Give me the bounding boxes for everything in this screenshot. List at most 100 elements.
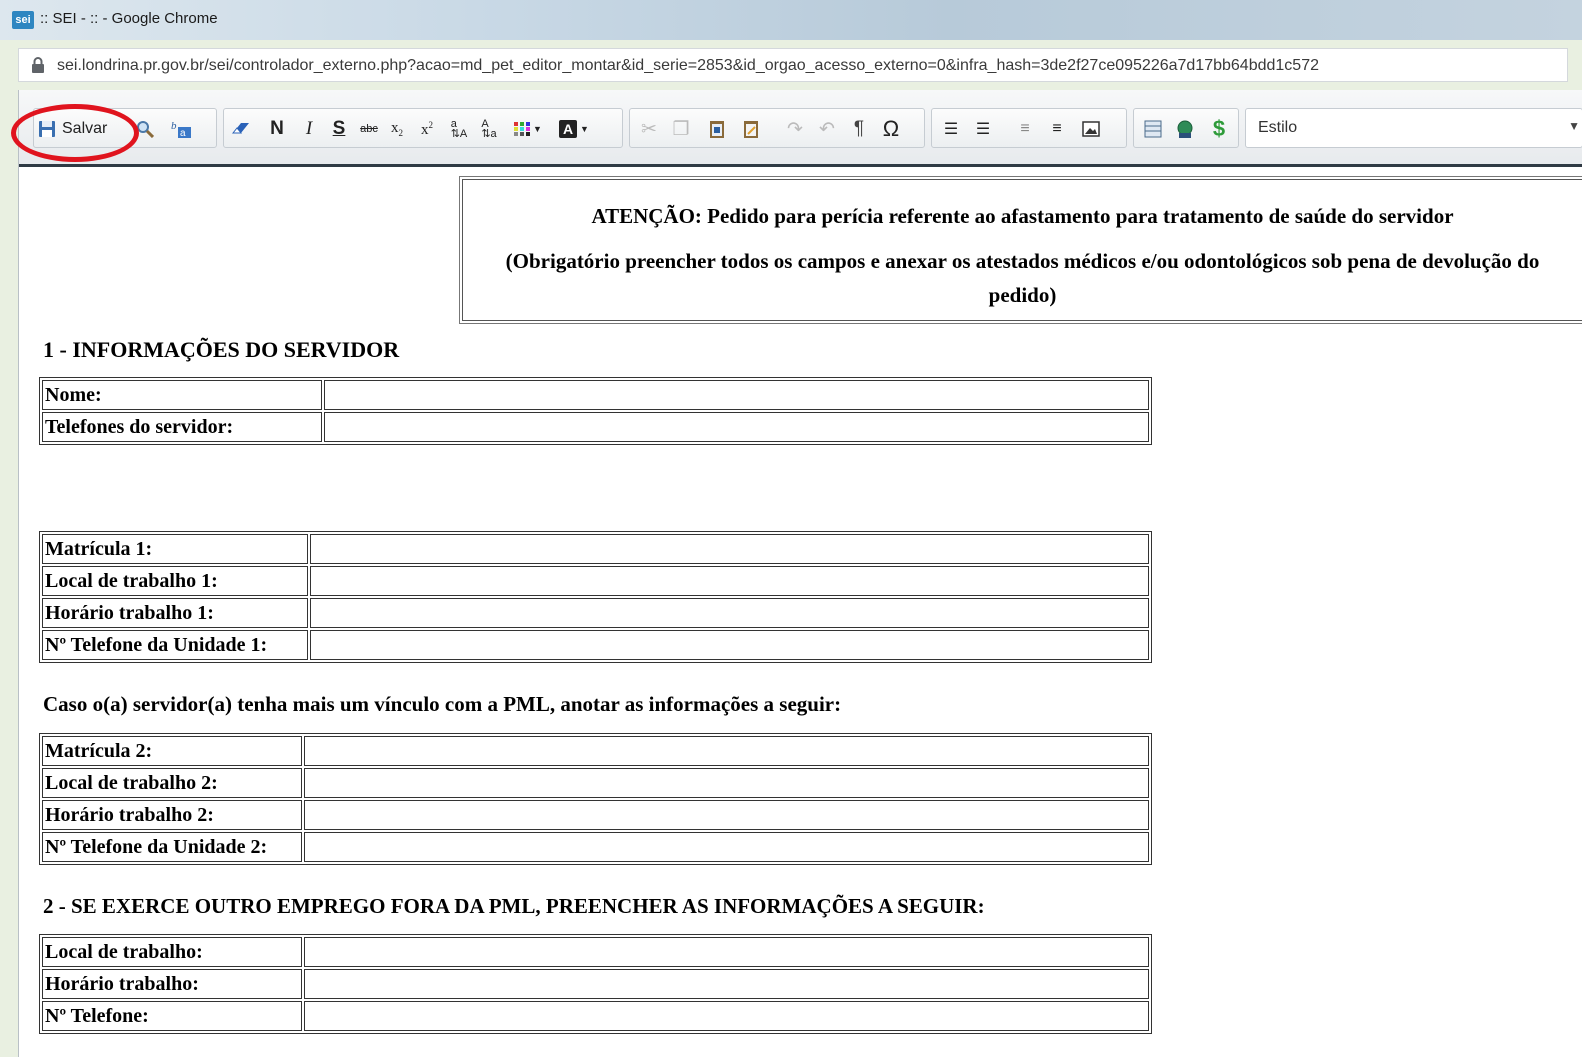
cut-button[interactable]: ✂ (636, 116, 662, 142)
superscript-button[interactable]: x2 (414, 116, 440, 142)
paste-text-icon (744, 121, 758, 138)
table-row: Local de trabalho: (42, 937, 1149, 967)
field-value[interactable] (304, 800, 1149, 830)
field-label: Nº Telefone da Unidade 1: (42, 630, 308, 660)
color-grid-icon (514, 122, 531, 136)
redo-button[interactable]: ↶ (814, 116, 840, 142)
paste-word-icon (710, 121, 724, 138)
field-value[interactable] (324, 380, 1149, 410)
section-2-title: 2 - SE EXERCE OUTRO EMPREGO FORA DA PML,… (43, 894, 985, 918)
table-row: Nº Telefone: (42, 1001, 1149, 1031)
field-value[interactable] (304, 937, 1149, 967)
url-text[interactable]: sei.londrina.pr.gov.br/sei/controlador_e… (57, 57, 1319, 75)
table-row: Matrícula 1: (42, 534, 1149, 564)
copy-icon: ❐ (672, 118, 690, 140)
save-button[interactable]: Salvar (38, 115, 120, 143)
remove-format-button[interactable] (228, 116, 254, 142)
image-button[interactable] (1078, 116, 1104, 142)
toolbar-group-lists: ☰ ☰ ≡ ≡ (931, 108, 1127, 148)
insert-link-sei-button[interactable] (1172, 116, 1198, 142)
document-editor: Salvar b a N I S abc x2 x2 a ⇅A A ⇅a ▼ A… (11, 90, 1582, 1057)
field-value[interactable] (304, 768, 1149, 798)
toolbar-group-document: Salvar b a (33, 108, 217, 148)
table-row: Horário trabalho 1: (42, 598, 1149, 628)
table-row: Nome: (42, 380, 1149, 410)
show-blocks-button[interactable]: ¶ (846, 116, 872, 142)
bulleted-list-button[interactable]: ☰ (970, 116, 996, 142)
style-select[interactable]: Estilo ▼ (1245, 108, 1582, 148)
field-label: Matrícula 1: (42, 534, 308, 564)
browser-window: sei :: SEI - :: - Google Chrome sei.lond… (0, 0, 1582, 1057)
style-select-value: Estilo (1258, 119, 1298, 136)
field-label: Local de trabalho: (42, 937, 302, 967)
table-row: Nº Telefone da Unidade 2: (42, 832, 1149, 862)
paste-word-button[interactable] (704, 116, 730, 142)
pilcrow-icon: ¶ (853, 118, 865, 139)
address-bar[interactable]: sei.londrina.pr.gov.br/sei/controlador_e… (18, 48, 1568, 82)
field-label: Nº Telefone: (42, 1001, 302, 1031)
outdent-button[interactable]: ≡ (1012, 116, 1038, 142)
numbered-list-button[interactable]: ☰ (938, 116, 964, 142)
table-row: Horário trabalho: (42, 969, 1149, 999)
copy-button[interactable]: ❐ (668, 116, 694, 142)
toolbar-group-format: N I S abc x2 x2 a ⇅A A ⇅a ▼ A ▼ (223, 108, 623, 148)
field-value[interactable] (310, 566, 1149, 596)
field-value[interactable] (304, 1001, 1149, 1031)
strikethrough-button[interactable]: abc (356, 116, 382, 142)
notice-box: ATENÇÃO: Pedido para perícia referente a… (462, 179, 1582, 321)
title-bar: sei :: SEI - :: - Google Chrome (0, 0, 1582, 40)
eraser-icon (231, 123, 249, 134)
vinculo-1-table: Matrícula 1: Local de trabalho 1: Horári… (39, 531, 1152, 663)
uppercase-button[interactable]: a ⇅A (446, 116, 472, 142)
svg-text:a: a (180, 128, 186, 139)
vinculo-2-table: Matrícula 2: Local de trabalho 2: Horári… (39, 733, 1152, 865)
field-label: Nome: (42, 380, 322, 410)
vinculo-2-note: Caso o(a) servidor(a) tenha mais um vínc… (43, 692, 842, 716)
field-label: Telefones do servidor: (42, 412, 322, 442)
table-button[interactable] (1140, 116, 1166, 142)
italic-button[interactable]: I (296, 116, 322, 142)
document-body[interactable]: ATENÇÃO: Pedido para perícia referente a… (19, 167, 1582, 1057)
replace-icon: b a (171, 120, 191, 139)
notice-instruction: (Obrigatório preencher todos os campos e… (505, 249, 1540, 307)
magnifier-icon (137, 121, 154, 138)
redo-icon: ↶ (819, 118, 835, 140)
text-color-dropdown[interactable]: A ▼ (554, 116, 594, 142)
svg-text:b: b (171, 120, 177, 132)
undo-button[interactable]: ↷ (782, 116, 808, 142)
outro-emprego-table: Local de trabalho: Horário trabalho: Nº … (39, 934, 1152, 1034)
table-row: Local de trabalho 2: (42, 768, 1149, 798)
section-1-title: 1 - INFORMAÇÕES DO SERVIDOR (43, 337, 400, 362)
notice-heading: ATENÇÃO: Pedido para perícia referente a… (591, 204, 1454, 228)
indent-button[interactable]: ≡ (1044, 116, 1070, 142)
field-label: Horário trabalho 1: (42, 598, 308, 628)
field-value[interactable] (304, 969, 1149, 999)
table-row: Nº Telefone da Unidade 1: (42, 630, 1149, 660)
table-format-dropdown[interactable]: ▼ (510, 116, 546, 142)
field-value[interactable] (310, 534, 1149, 564)
uppercase-icon: a ⇅A (450, 118, 468, 140)
replace-button[interactable]: b a (168, 116, 194, 142)
indent-icon: ≡ (1052, 120, 1062, 137)
editor-toolbar: Salvar b a N I S abc x2 x2 a ⇅A A ⇅a ▼ A… (11, 90, 1582, 167)
field-value[interactable] (310, 630, 1149, 660)
field-value[interactable] (324, 412, 1149, 442)
globe-person-icon (1177, 120, 1193, 138)
find-button[interactable] (132, 116, 158, 142)
field-value[interactable] (304, 832, 1149, 862)
field-label: Horário trabalho: (42, 969, 302, 999)
lowercase-icon: A ⇅a (481, 118, 497, 140)
subscript-icon: x2 (391, 120, 403, 138)
underline-button[interactable]: S (326, 116, 352, 142)
currency-button[interactable]: $ (1206, 116, 1232, 142)
special-char-button[interactable]: Ω (878, 116, 904, 142)
numbered-list-icon: ☰ (943, 121, 959, 138)
subscript-button[interactable]: x2 (384, 116, 410, 142)
toolbar-group-clipboard: ✂ ❐ ↷ ↶ ¶ Ω (629, 108, 925, 148)
field-value[interactable] (310, 598, 1149, 628)
bold-button[interactable]: N (264, 116, 290, 142)
paste-text-button[interactable] (738, 116, 764, 142)
field-value[interactable] (304, 736, 1149, 766)
lock-icon (32, 57, 44, 73)
lowercase-button[interactable]: A ⇅a (476, 116, 502, 142)
